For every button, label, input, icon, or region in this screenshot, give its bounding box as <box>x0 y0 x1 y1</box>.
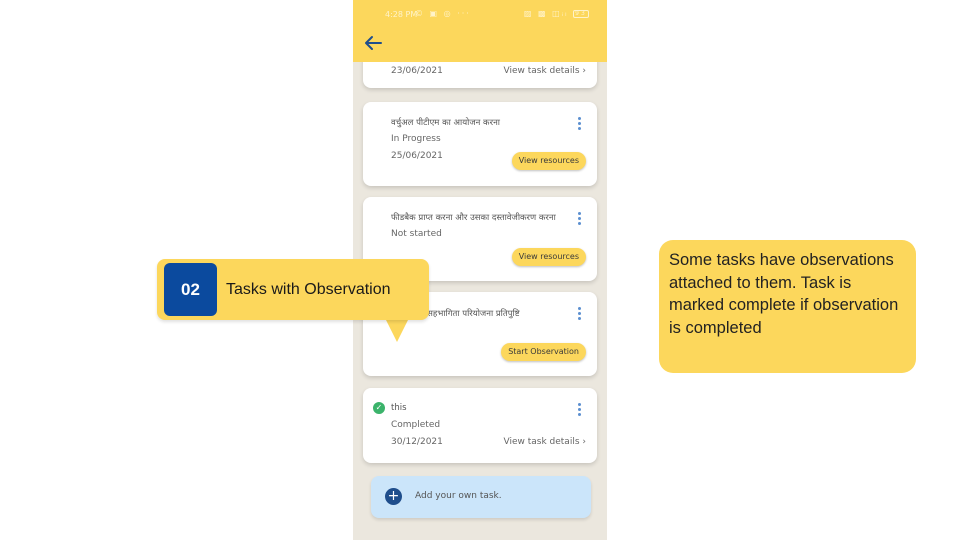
task-date: 25/06/2021 <box>391 151 443 161</box>
task-card-2[interactable]: वर्चुअल पीटीएम का आयोजन करना In Progress… <box>363 102 597 186</box>
task-title: फीडबैक प्राप्त करना और उसका दस्तावेजीकरण… <box>391 213 556 223</box>
status-bar: 4:28 PM © ▣ ◎ ··· ▨ ▩ ◫ᵢₗ 93 <box>353 0 607 28</box>
app-bar: 4:28 PM © ▣ ◎ ··· ▨ ▩ ◫ᵢₗ 93 <box>353 0 607 62</box>
add-task-label: Add your own task. <box>415 491 502 501</box>
battery-icon: 93 <box>573 9 589 18</box>
task-title: this <box>391 403 407 413</box>
more-vertical-icon[interactable] <box>578 403 582 416</box>
add-task-button[interactable]: + Add your own task. <box>371 476 591 518</box>
task-status: Not started <box>391 229 442 239</box>
task-card-5[interactable]: ✓ this Completed 30/12/2021 View task de… <box>363 388 597 463</box>
explanation-note: Some tasks have observations attached to… <box>659 240 916 373</box>
view-resources-button[interactable]: View resources <box>511 152 586 170</box>
more-vertical-icon[interactable] <box>578 117 582 130</box>
system-icons: ▨ ▩ ◫ᵢₗ 93 <box>524 9 589 18</box>
callout-pointer <box>385 318 409 342</box>
start-observation-button[interactable]: Start Observation <box>501 343 586 361</box>
task-status: In Progress <box>391 134 441 144</box>
task-status: Completed <box>391 420 441 430</box>
notification-icons: © ▣ ◎ ··· <box>415 9 471 18</box>
chevron-right-icon: › <box>582 437 586 447</box>
callout-tasks-with-observation: 02 Tasks with Observation <box>157 259 429 320</box>
status-time: 4:28 PM <box>385 10 418 19</box>
signal-icons: ▨ ▩ ◫ᵢₗ <box>523 9 569 18</box>
plus-circle-icon: + <box>385 488 402 505</box>
task-date: 30/12/2021 <box>391 437 443 447</box>
check-circle-icon: ✓ <box>373 402 385 414</box>
view-task-details-link[interactable]: View task details › <box>504 437 587 447</box>
view-resources-button[interactable]: View resources <box>511 248 586 266</box>
more-vertical-icon[interactable] <box>578 212 582 225</box>
arrow-left-icon[interactable] <box>362 32 384 54</box>
chevron-right-icon: › <box>582 66 586 76</box>
step-number-badge: 02 <box>164 263 217 316</box>
task-title: वर्चुअल पीटीएम का आयोजन करना <box>391 118 500 128</box>
view-task-details-link[interactable]: View task details › <box>504 66 587 76</box>
callout-label: Tasks with Observation <box>226 281 391 298</box>
more-vertical-icon[interactable] <box>578 307 582 320</box>
task-date: 23/06/2021 <box>391 66 443 76</box>
